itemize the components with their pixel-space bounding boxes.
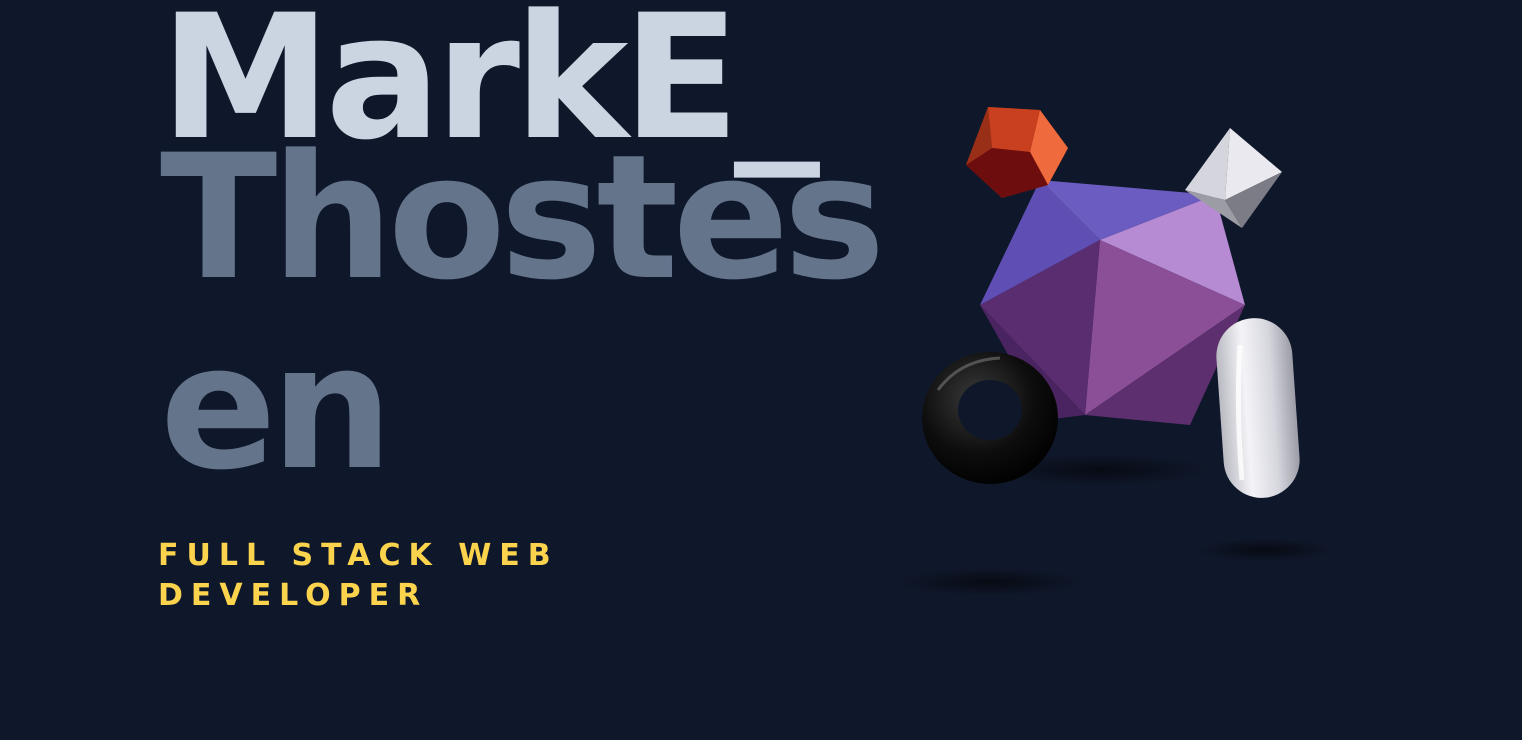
hero-role: FULL STACK WEB DEVELOPER (158, 536, 578, 616)
torus-shape (922, 352, 1058, 484)
hero-role-line1: FULL STACK WEB (158, 538, 559, 573)
hero-last-name-line2: en (160, 307, 393, 508)
capsule-shape (1216, 318, 1300, 498)
hero-role-line2: DEVELOPER (158, 578, 429, 613)
shadow-torus (895, 568, 1085, 596)
shadow-capsule (1195, 538, 1335, 562)
3d-shapes-scene[interactable] (880, 90, 1360, 610)
hero-section: MarkE_ Thostes en FULL STACK WEB DEVELOP… (0, 0, 1522, 740)
hero-last-name-line1: Thostes (160, 117, 886, 318)
